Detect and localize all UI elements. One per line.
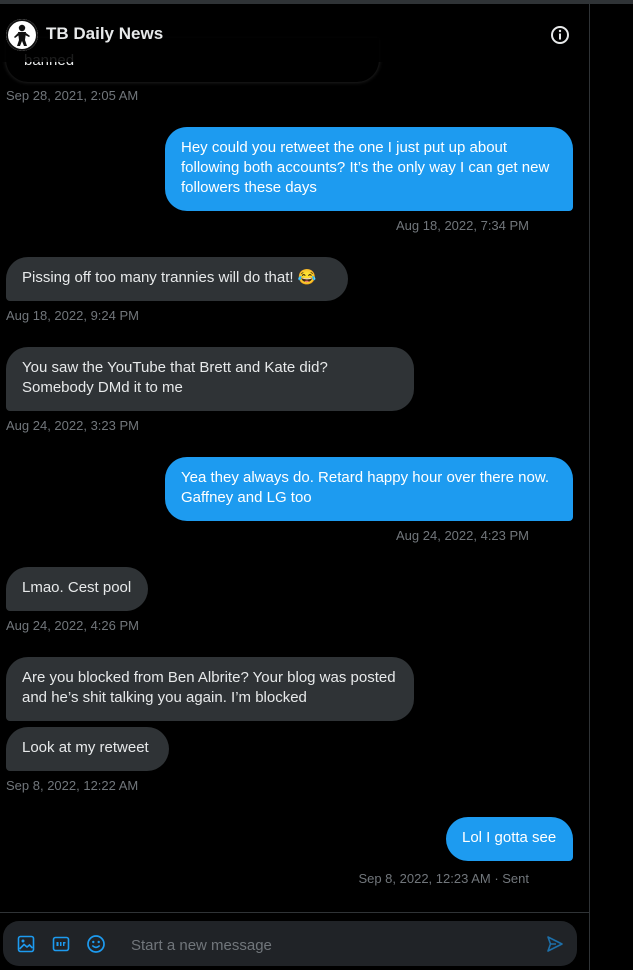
message-bubble-received: Lmao. Cest pool xyxy=(6,567,148,611)
message-timestamp: Sep 8, 2022, 12:23 AM · Sent xyxy=(358,871,529,886)
media-button[interactable] xyxy=(14,932,38,956)
message-timestamp: Aug 24, 2022, 4:26 PM xyxy=(6,618,139,633)
message-bubble-sent: Lol I gotta see xyxy=(446,817,573,861)
message-input[interactable] xyxy=(129,932,523,958)
message-text: Hey could you retweet the one I just put… xyxy=(181,139,550,196)
message-timestamp: Aug 18, 2022, 7:34 PM xyxy=(396,218,529,233)
message-bubble-sent: Hey could you retweet the one I just put… xyxy=(165,127,573,211)
send-button[interactable] xyxy=(543,932,567,956)
message-text: Yea they always do. Retard happy hour ov… xyxy=(181,469,550,506)
composer-divider xyxy=(0,912,589,913)
message-bubble-sent: Yea they always do. Retard happy hour ov… xyxy=(165,457,573,521)
message-timestamp: Aug 24, 2022, 4:23 PM xyxy=(396,528,529,543)
info-button[interactable] xyxy=(547,22,573,48)
emoji-button[interactable] xyxy=(84,932,108,956)
avatar[interactable] xyxy=(6,19,38,51)
message-thread[interactable]: banned Sep 28, 2021, 2:05 AM Hey could y… xyxy=(0,0,589,912)
message-text: Pissing off too many trannies will do th… xyxy=(22,269,317,286)
column-divider xyxy=(589,4,590,970)
message-timestamp: Aug 18, 2022, 9:24 PM xyxy=(6,308,139,323)
message-text: You saw the YouTube that Brett and Kate … xyxy=(22,359,328,396)
image-icon xyxy=(17,935,35,953)
gif-button[interactable] xyxy=(49,932,73,956)
message-timestamp: Sep 28, 2021, 2:05 AM xyxy=(6,88,139,103)
conversation-title[interactable]: TB Daily News xyxy=(46,24,163,44)
message-text: Are you blocked from Ben Albrite? Your b… xyxy=(22,669,396,706)
message-timestamp: Aug 24, 2022, 3:23 PM xyxy=(6,418,139,433)
info-icon xyxy=(551,26,569,44)
avatar-logo-icon xyxy=(6,19,38,51)
message-text: Lmao. Cest pool xyxy=(22,579,132,596)
send-icon xyxy=(547,936,563,952)
gif-icon xyxy=(52,936,70,952)
message-bubble-received: Are you blocked from Ben Albrite? Your b… xyxy=(6,657,414,721)
emoji-icon xyxy=(87,935,105,953)
message-bubble-received: Look at my retweet xyxy=(6,727,169,771)
conversation-header: TB Daily News xyxy=(0,4,589,62)
message-text: Look at my retweet xyxy=(22,739,149,756)
message-bubble-received: You saw the YouTube that Brett and Kate … xyxy=(6,347,414,411)
message-composer xyxy=(3,921,577,966)
message-text: Lol I gotta see xyxy=(462,829,557,846)
message-timestamp: Sep 8, 2022, 12:22 AM xyxy=(6,778,139,793)
message-bubble-received: Pissing off too many trannies will do th… xyxy=(6,257,348,301)
